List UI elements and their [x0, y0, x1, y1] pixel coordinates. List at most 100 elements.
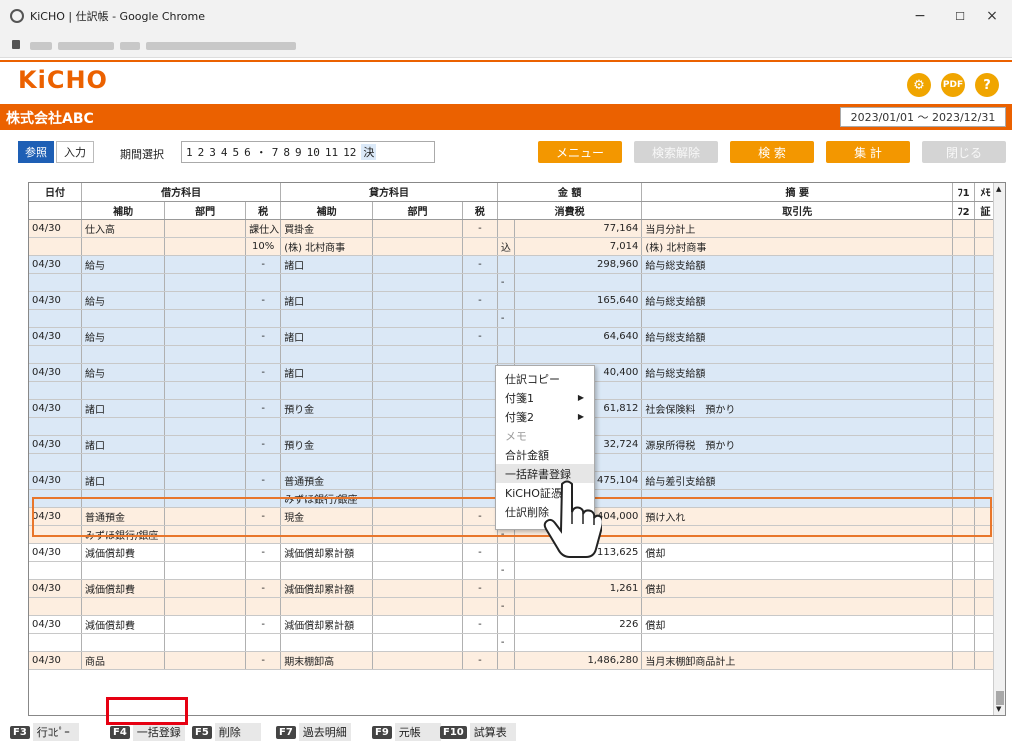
cell	[164, 219, 247, 238]
fkey-f4[interactable]: F4 一括登録	[110, 722, 185, 742]
fkey-f5[interactable]: F5 削除	[192, 722, 261, 742]
table-row[interactable]: 04/30 商品 - 期末棚卸高 -1,486,280 当月末棚卸商品計上	[29, 651, 997, 670]
cell	[952, 543, 976, 562]
window-titlebar: KiCHO | 仕訳帳 - Google Chrome − ☐ ×	[0, 0, 1012, 32]
table-row[interactable]: -	[29, 597, 997, 616]
cell: -	[497, 597, 516, 616]
cell: -	[462, 543, 498, 562]
table-row[interactable]: -	[29, 633, 997, 652]
cell: 償却	[641, 615, 954, 634]
fkey-f9[interactable]: F9 元帳	[372, 722, 441, 742]
cell: 10%	[245, 237, 282, 256]
cell	[372, 489, 463, 508]
context-menu-item[interactable]: メモ	[496, 426, 594, 445]
menu-button[interactable]: メニュー	[538, 141, 622, 163]
fkey-f10[interactable]: F10 試算表	[440, 722, 516, 742]
fkey-f3[interactable]: F3 行ｺﾋﾟｰ	[10, 722, 79, 742]
table-row[interactable]: -	[29, 273, 997, 292]
close-window-button[interactable]: ×	[972, 0, 1012, 32]
cell: 給与	[81, 255, 166, 274]
help-icon[interactable]: ?	[975, 73, 999, 97]
context-menu-item[interactable]: 付箋2 ▶	[496, 407, 594, 426]
cell	[164, 255, 247, 274]
context-menu-item[interactable]: 合計金額	[496, 445, 594, 464]
cell	[372, 255, 463, 274]
period-6[interactable]: ・	[256, 144, 267, 160]
table-row[interactable]: 10% (株) 北村商事込 7,014 (株) 北村商事	[29, 237, 997, 256]
period-1[interactable]: 2	[198, 146, 205, 159]
settings-gear-icon[interactable]: ⚙	[907, 73, 931, 97]
period-10[interactable]: 10	[307, 146, 320, 159]
period-7[interactable]: 7	[272, 146, 279, 159]
cell	[952, 219, 976, 238]
scrollbar-thumb[interactable]	[996, 691, 1004, 705]
cell	[81, 489, 166, 508]
period-8[interactable]: 8	[283, 146, 290, 159]
cell	[245, 633, 282, 652]
cell: みずほ銀行/銀座	[81, 525, 166, 544]
cell: 償却	[641, 543, 954, 562]
cell: 給与	[81, 363, 166, 382]
cell	[514, 345, 643, 364]
company-bar: 株式会社ABC 2023/01/01 ～ 2023/12/31	[0, 104, 1012, 130]
cell: 04/30	[29, 435, 83, 454]
table-row[interactable]: 04/30 減価償却費 - 減価償却累計額 -113,625 償却	[29, 543, 997, 562]
context-menu-item[interactable]: 付箋1 ▶	[496, 388, 594, 407]
cell	[29, 597, 83, 616]
period-4[interactable]: 5	[233, 146, 240, 159]
cell	[81, 309, 166, 328]
cell: -	[245, 579, 282, 598]
input-mode-button[interactable]: 入力	[56, 141, 94, 163]
cell	[164, 651, 247, 670]
cell: 77,164	[514, 219, 643, 238]
pdf-icon[interactable]: PDF	[941, 73, 965, 97]
cell: 04/30	[29, 219, 83, 238]
cell	[462, 363, 498, 382]
table-row[interactable]: -	[29, 561, 997, 580]
cell	[372, 327, 463, 346]
period-11[interactable]: 11	[325, 146, 338, 159]
cell	[372, 237, 463, 256]
header-cell: ﾌ2	[952, 201, 976, 220]
minimize-button[interactable]: −	[900, 0, 940, 32]
vertical-scrollbar[interactable]: ▲ ▼	[993, 183, 1005, 715]
period-2[interactable]: 3	[209, 146, 216, 159]
cell	[462, 453, 498, 472]
table-row[interactable]: 04/30 給与 - 諸口 -64,640 給与総支給額	[29, 327, 997, 346]
cell: -	[462, 291, 498, 310]
table-row[interactable]: 04/30 仕入高 課仕入 買掛金 -77,164 当月分計上	[29, 219, 997, 238]
cell: -	[245, 327, 282, 346]
period-5[interactable]: 6	[244, 146, 251, 159]
period-13[interactable]: 決	[361, 144, 377, 160]
cell: 給与総支給額	[641, 327, 954, 346]
period-selector[interactable]: 1 2 3 4 5 6 ・ 7 8 9 10 11 12 決	[181, 141, 435, 163]
cell	[164, 507, 247, 526]
table-row[interactable]	[29, 345, 997, 364]
period-0[interactable]: 1	[186, 146, 193, 159]
table-row[interactable]: 04/30 給与 - 諸口 -165,640 給与総支給額	[29, 291, 997, 310]
fkey-f7[interactable]: F7 過去明細	[276, 722, 351, 742]
table-row[interactable]: 04/30 減価償却費 - 減価償却累計額 -226 償却	[29, 615, 997, 634]
ref-mode-button[interactable]: 参照	[18, 141, 54, 163]
total-button[interactable]: 集 計	[826, 141, 910, 163]
period-9[interactable]: 9	[295, 146, 302, 159]
cell: -	[245, 435, 282, 454]
table-row[interactable]: 04/30 給与 - 諸口 -298,960 給与総支給額	[29, 255, 997, 274]
cell	[372, 507, 463, 526]
period-12[interactable]: 12	[343, 146, 356, 159]
search-button[interactable]: 検 索	[730, 141, 814, 163]
address-bar[interactable]	[0, 32, 1012, 58]
close-button[interactable]: 閉じる	[922, 141, 1006, 163]
table-row[interactable]: 04/30 減価償却費 - 減価償却累計額 -1,261 償却	[29, 579, 997, 598]
cell: -	[245, 651, 282, 670]
context-menu-item[interactable]: 仕訳コピー	[496, 369, 594, 388]
table-row[interactable]: -	[29, 309, 997, 328]
cell: 期末棚卸高	[280, 651, 374, 670]
clear-search-button[interactable]: 検索解除	[634, 141, 718, 163]
period-3[interactable]: 4	[221, 146, 228, 159]
cell	[164, 345, 247, 364]
cell: 04/30	[29, 651, 83, 670]
cell	[497, 291, 516, 310]
period-range[interactable]: 2023/01/01 ～ 2023/12/31	[840, 107, 1006, 127]
f4-highlight-box	[106, 697, 188, 725]
